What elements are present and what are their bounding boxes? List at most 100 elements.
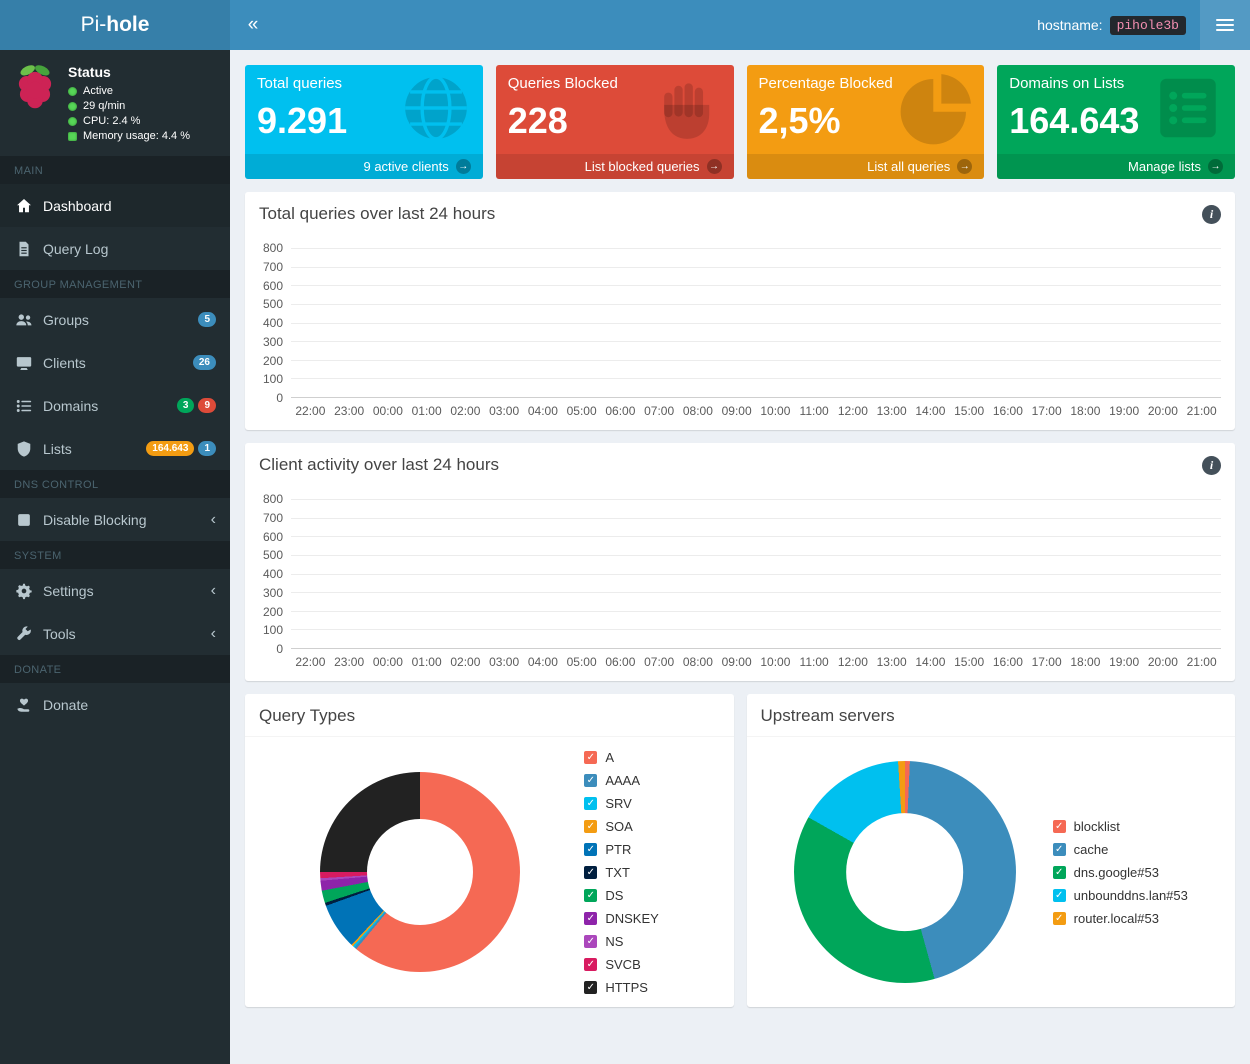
sidebar-item-domains[interactable]: Domains 3 9 [0,384,230,427]
card-value: 2,5% [759,100,973,142]
legend-item[interactable]: ✓PTR [584,842,658,857]
upstream-servers-donut-chart [794,761,1016,983]
sidebar-item-label: Lists [43,441,72,457]
x-tick-label: 14:00 [911,655,950,669]
info-icon[interactable]: i [1202,205,1221,224]
sidebar-item-disable-blocking[interactable]: Disable Blocking ‹ [0,498,230,541]
gears-icon [14,581,33,600]
bottom-panels-row: Query Types ✓A✓AAAA✓SRV✓SOA✓PTR✓TXT✓DS✓D… [245,694,1235,1007]
sidebar-item-dashboard[interactable]: Dashboard [0,184,230,227]
x-tick-label: 01:00 [407,404,446,418]
legend-checkbox-icon: ✓ [1053,866,1066,879]
legend-item[interactable]: ✓SOA [584,819,658,834]
legend-item[interactable]: ✓router.local#53 [1053,911,1188,926]
hostname-value: pihole3b [1110,16,1186,35]
info-icon[interactable]: i [1202,456,1221,475]
y-tick-label: 300 [263,586,283,600]
sidebar-item-tools[interactable]: Tools ‹ [0,612,230,655]
status-active-label: Active [83,85,113,97]
sidebar-item-query-log[interactable]: Query Log [0,227,230,270]
legend-item[interactable]: ✓NS [584,934,658,949]
status-cpu-label: CPU: 2.4 % [83,115,140,127]
hamburger-menu-icon[interactable] [1200,0,1250,50]
x-tick-label: 17:00 [1027,655,1066,669]
brand-logo[interactable]: Pi-hole [0,0,230,50]
sidebar-item-label: Clients [43,355,86,371]
legend-label: A [605,750,614,765]
client-activity-panel: Client activity over last 24 hours i 010… [245,443,1235,681]
legend-item[interactable]: ✓blocklist [1053,819,1188,834]
query-types-legend: ✓A✓AAAA✓SRV✓SOA✓PTR✓TXT✓DS✓DNSKEY✓NS✓SVC… [584,750,658,995]
y-axis: 0100200300400500600700800 [251,499,291,649]
card-footer-label: List blocked queries [585,159,700,174]
domains-on-lists-card: Domains on Lists 164.643 Manage lists → [997,65,1235,179]
legend-label: HTTPS [605,980,648,995]
blocked-queries-link[interactable]: List blocked queries → [496,154,734,179]
sidebar-item-lists[interactable]: Lists 164.643 1 [0,427,230,470]
status-panel: Status Active 29 q/min CPU: 2.4 % Memory… [0,50,230,156]
y-tick-label: 100 [263,623,283,637]
x-tick-label: 01:00 [407,655,446,669]
legend-item[interactable]: ✓SRV [584,796,658,811]
panel-title: Total queries over last 24 hours [259,204,495,224]
legend-item[interactable]: ✓DS [584,888,658,903]
x-tick-label: 14:00 [911,404,950,418]
legend-item[interactable]: ✓DNSKEY [584,911,658,926]
x-tick-label: 21:00 [1182,655,1221,669]
legend-item[interactable]: ✓A [584,750,658,765]
legend-item[interactable]: ✓AAAA [584,773,658,788]
manage-lists-link[interactable]: Manage lists → [997,154,1235,179]
all-queries-link[interactable]: List all queries → [747,154,985,179]
y-tick-label: 400 [263,567,283,581]
x-tick-label: 15:00 [950,655,989,669]
x-tick-label: 15:00 [950,404,989,418]
legend-label: TXT [605,865,630,880]
menu-header-main: MAIN [0,156,230,184]
sidebar-item-settings[interactable]: Settings ‹ [0,569,230,612]
domains-denied-badge: 9 [198,398,216,413]
donut-hole [367,819,473,925]
sidebar-item-label: Settings [43,583,94,599]
list-icon [14,396,33,415]
card-footer-label: Manage lists [1128,159,1201,174]
card-footer-label: 9 active clients [363,159,448,174]
y-tick-label: 100 [263,372,283,386]
x-tick-label: 08:00 [679,655,718,669]
legend-label: dns.google#53 [1074,865,1159,880]
status-memory-icon [68,132,77,141]
active-clients-link[interactable]: 9 active clients → [245,154,483,179]
x-tick-label: 04:00 [524,404,563,418]
arrow-circle-right-icon: → [707,159,722,174]
sidebar-item-clients[interactable]: Clients 26 [0,341,230,384]
x-tick-label: 13:00 [872,655,911,669]
y-tick-label: 700 [263,260,283,274]
users-icon [14,310,33,329]
legend-checkbox-icon: ✓ [584,912,597,925]
sidebar-item-donate[interactable]: Donate [0,683,230,726]
sidebar-item-groups[interactable]: Groups 5 [0,298,230,341]
menu-header-system: SYSTEM [0,541,230,569]
legend-label: SRV [605,796,632,811]
x-tick-label: 12:00 [834,655,873,669]
query-types-panel: Query Types ✓A✓AAAA✓SRV✓SOA✓PTR✓TXT✓DS✓D… [245,694,734,1007]
brand-text-light: Pi- [81,13,107,37]
legend-item[interactable]: ✓ dns.google#53 [1053,865,1188,880]
legend-item[interactable]: ✓SVCB [584,957,658,972]
x-tick-label: 09:00 [717,404,756,418]
status-rate-icon [68,102,77,111]
legend-item[interactable]: ✓unbounddns.lan#53 [1053,888,1188,903]
plot-area [291,499,1221,649]
legend-item[interactable]: ✓TXT [584,865,658,880]
menu-header-dns-control: DNS CONTROL [0,470,230,498]
legend-checkbox-icon: ✓ [1053,820,1066,833]
sidebar-item-label: Domains [43,398,98,414]
y-tick-label: 200 [263,605,283,619]
total-queries-card: Total queries 9.291 9 active clients → [245,65,483,179]
legend-item[interactable]: ✓cache [1053,842,1188,857]
arrow-circle-right-icon: → [456,159,471,174]
sidebar-item-label: Tools [43,626,76,642]
x-axis: 22:0023:0000:0001:0002:0003:0004:0005:00… [291,655,1221,669]
sidebar-collapse-icon[interactable]: « [230,0,276,50]
x-tick-label: 23:00 [330,404,369,418]
legend-item[interactable]: ✓HTTPS [584,980,658,995]
